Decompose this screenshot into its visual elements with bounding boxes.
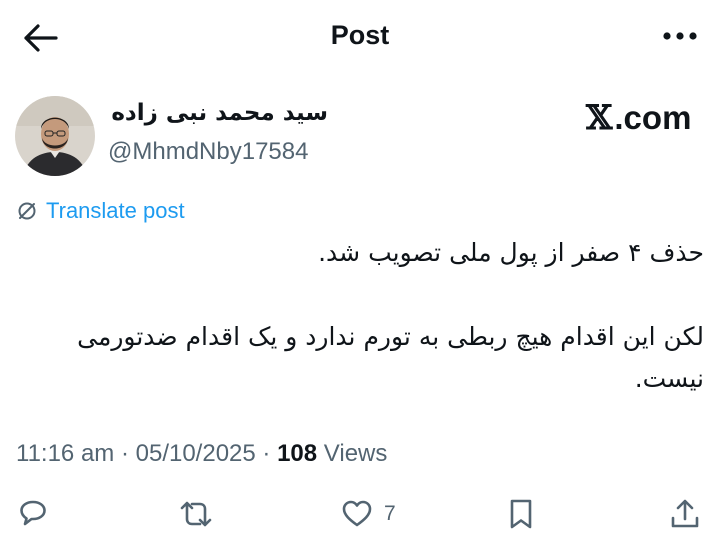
repost-icon <box>180 501 212 527</box>
x-logo-icon: 𝕏 <box>586 98 613 138</box>
heart-icon <box>342 500 372 527</box>
post-text: حذف ۴ صفر از پول ملی تصویب شد. لکن این ا… <box>77 238 704 393</box>
meta-separator: · <box>255 440 278 467</box>
translate-label: Translate post <box>46 198 185 223</box>
page-title: Post <box>330 20 390 50</box>
views-count: 108 <box>277 440 318 467</box>
bookmark-button[interactable] <box>507 494 535 534</box>
author-handle[interactable]: @MhmdNby17584 <box>108 138 308 166</box>
share-button[interactable] <box>668 494 702 534</box>
like-count: 7 <box>384 502 396 525</box>
translate-icon <box>18 202 36 220</box>
author-display-name[interactable]: سید محمد نبی زاده <box>108 100 328 126</box>
avatar[interactable] <box>15 96 95 176</box>
reply-icon <box>20 500 46 526</box>
reply-button[interactable] <box>16 494 50 534</box>
avatar-photo <box>15 96 95 176</box>
repost-button[interactable] <box>178 494 214 534</box>
more-horizontal-icon <box>663 32 697 40</box>
share-icon <box>671 499 699 528</box>
meta-separator: · <box>114 440 136 467</box>
more-options-button[interactable] <box>662 28 698 44</box>
action-bar: 7 <box>0 494 720 534</box>
like-button[interactable]: 7 <box>340 494 396 534</box>
translate-post-link[interactable]: Translate post <box>16 198 185 224</box>
post-meta: 11:16 am · 05/10/2025 · 108 Views <box>16 440 387 468</box>
post-time[interactable]: 11:16 am <box>16 440 114 468</box>
views-label: Views <box>317 440 388 467</box>
source-suffix: .com <box>614 99 692 136</box>
source-watermark: 𝕏 .com <box>586 98 691 138</box>
post-date[interactable]: 05/10/2025 <box>136 440 256 468</box>
bookmark-icon <box>510 499 532 529</box>
